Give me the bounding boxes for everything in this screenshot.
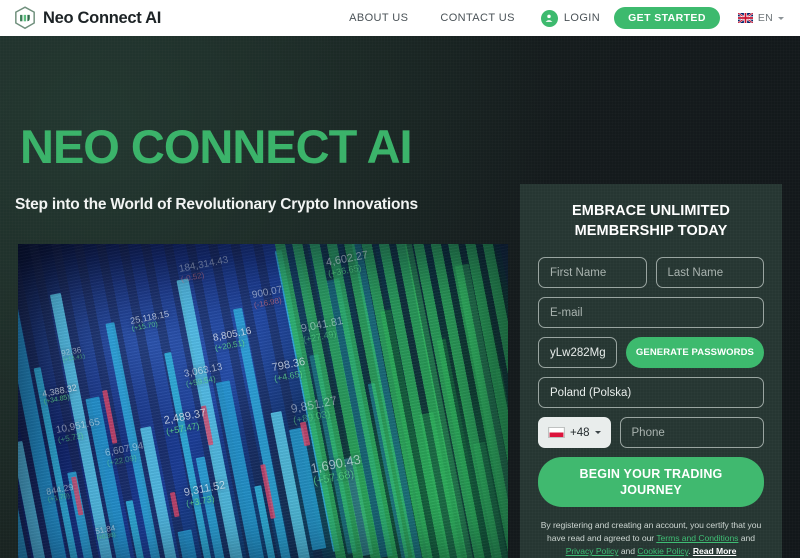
cta-line2: JOURNEY [620, 483, 682, 498]
nav-contact-us[interactable]: CONTACT US [424, 12, 531, 24]
language-code: EN [757, 12, 773, 24]
privacy-policy-link[interactable]: Privacy Policy [566, 546, 619, 556]
site-header: Neo Connect AI ABOUT US CONTACT US LOGIN… [0, 0, 800, 36]
panel-title-line1: EMBRACE UNLIMITED [572, 203, 730, 219]
main-nav: ABOUT US CONTACT US LOGIN GET STARTED EN [333, 7, 786, 29]
language-selector[interactable]: EN [737, 12, 784, 24]
hexagon-logo-icon [15, 6, 35, 30]
read-more-link[interactable]: Read More [693, 546, 737, 556]
email-input[interactable] [538, 297, 764, 329]
uk-flag-icon [737, 13, 753, 23]
terms-and-conditions-link[interactable]: Terms and Conditions [656, 533, 738, 543]
brand-name: Neo Connect AI [43, 8, 162, 27]
password-row: GENERATE PASSWORDS [538, 337, 764, 369]
last-name-input[interactable] [655, 257, 764, 289]
country-row [538, 377, 764, 409]
brand[interactable]: Neo Connect AI [14, 6, 161, 30]
hero-section: NEO CONNECT AI Step into the World of Re… [0, 36, 800, 558]
phone-prefix-selector[interactable]: +48 [538, 417, 611, 449]
cta-line1: BEGIN YOUR TRADING [579, 466, 723, 481]
hero-subtitle: Step into the World of Revolutionary Cry… [15, 196, 418, 213]
phone-row: +48 [538, 417, 764, 449]
login-label: LOGIN [563, 12, 601, 24]
email-row [538, 297, 764, 329]
begin-trading-button[interactable]: BEGIN YOUR TRADING JOURNEY [538, 457, 764, 508]
panel-title-line2: MEMBERSHIP TODAY [574, 222, 728, 239]
chevron-down-icon [778, 16, 784, 20]
generate-passwords-button[interactable]: GENERATE PASSWORDS [625, 337, 764, 369]
landing-page: Neo Connect AI ABOUT US CONTACT US LOGIN… [0, 0, 800, 558]
legal-part3: and [618, 546, 638, 557]
poland-flag-icon [548, 427, 565, 439]
first-name-input[interactable] [538, 257, 647, 289]
nav-about-us[interactable]: ABOUT US [333, 12, 424, 24]
signup-panel: EMBRACE UNLIMITED MEMBERSHIP TODAY GENER… [520, 184, 782, 558]
get-started-button[interactable]: GET STARTED [614, 7, 720, 29]
phone-prefix-value: +48 [570, 426, 590, 439]
page-title: NEO CONNECT AI [20, 120, 413, 173]
image-vignette-layer [18, 244, 508, 558]
phone-input[interactable] [619, 417, 764, 449]
legal-disclaimer: By registering and creating an account, … [538, 519, 764, 558]
login-link[interactable]: LOGIN [531, 9, 614, 27]
name-row [538, 257, 764, 289]
legal-part2: and [738, 533, 755, 544]
country-input[interactable] [538, 377, 764, 409]
chevron-down-icon [594, 431, 601, 435]
trading-chart-image: 184,314.43(-0.52)900.07(-16.98)4,602.27(… [18, 244, 508, 558]
panel-title: EMBRACE UNLIMITED MEMBERSHIP TODAY [538, 202, 764, 241]
user-icon [540, 9, 558, 27]
cookie-policy-link[interactable]: Cookie Policy [637, 546, 688, 556]
password-input[interactable] [538, 337, 617, 369]
